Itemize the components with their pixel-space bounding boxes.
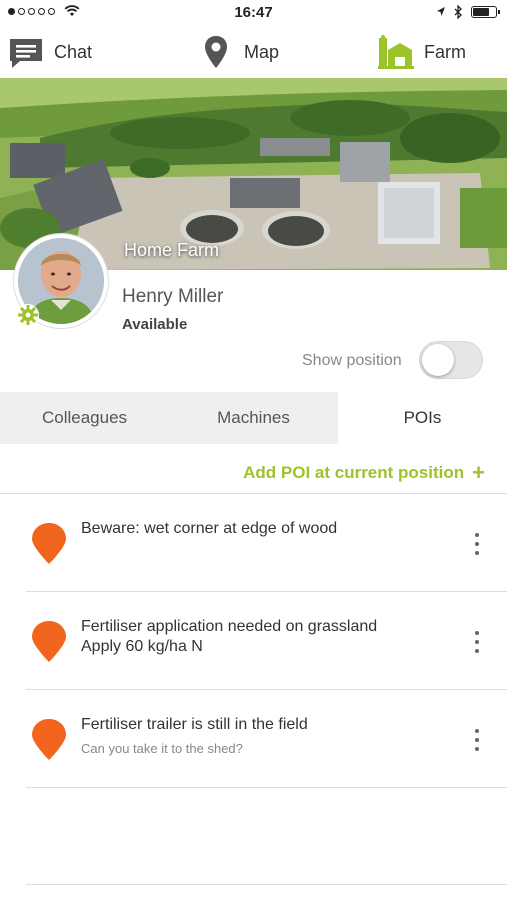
show-position-toggle[interactable]: [419, 341, 483, 379]
poi-pin-icon: [32, 523, 66, 564]
add-poi-button[interactable]: Add POI at current position +: [243, 462, 485, 484]
bluetooth-icon: [454, 5, 462, 19]
add-poi-label: Add POI at current position: [243, 463, 465, 482]
nav-chat[interactable]: Chat: [8, 34, 92, 70]
poi-title: Fertiliser application needed on grassla…: [81, 618, 378, 635]
battery-icon: [471, 6, 500, 18]
plus-icon: +: [472, 460, 485, 485]
nav-farm-label: Farm: [424, 41, 466, 62]
clock: 16:47: [234, 4, 273, 21]
nav-chat-label: Chat: [54, 41, 93, 62]
farm-icon: [378, 35, 414, 69]
chat-icon: [10, 39, 42, 68]
more-options-icon[interactable]: [473, 729, 481, 751]
battery-fill: [473, 8, 489, 16]
divider: [26, 591, 507, 592]
location-arrow-icon: [437, 7, 445, 16]
profile-name: Henry Miller: [122, 286, 224, 307]
poi-list-item[interactable]: Fertiliser trailer is still in the field…: [26, 691, 507, 787]
tab-bar: Colleagues Machines POIs: [0, 392, 507, 444]
divider: [26, 884, 507, 885]
status-bar: 16:47: [0, 0, 507, 26]
poi-list-item[interactable]: Beware: wet corner at edge of wood: [26, 495, 507, 591]
more-options-icon[interactable]: [473, 533, 481, 555]
tab-pois[interactable]: POIs: [338, 392, 507, 444]
poi-subtitle: Apply 60 kg/ha N: [81, 638, 203, 655]
divider: [26, 689, 507, 690]
status-icons: [436, 5, 500, 19]
nav-farm[interactable]: Farm: [378, 34, 466, 70]
divider: [26, 787, 507, 788]
nav-map[interactable]: Map: [198, 34, 279, 70]
nav-map-label: Map: [244, 41, 280, 62]
top-navigation: Chat Map Farm: [0, 26, 507, 78]
divider: [0, 493, 507, 494]
poi-pin-icon: [32, 719, 66, 760]
poi-title: Beware: wet corner at edge of wood: [81, 520, 338, 537]
status-badge-icon: [17, 304, 39, 326]
more-options-icon[interactable]: [473, 631, 481, 653]
tab-machines[interactable]: Machines: [169, 392, 338, 444]
poi-subtitle: Can you take it to the shed?: [81, 741, 243, 756]
profile-status: Available: [122, 316, 188, 333]
toggle-knob: [422, 344, 454, 376]
poi-pin-icon: [32, 621, 66, 662]
show-position-label: Show position: [302, 352, 402, 369]
map-pin-icon: [205, 36, 227, 68]
farm-name: Home Farm: [124, 240, 220, 260]
tab-colleagues[interactable]: Colleagues: [0, 392, 169, 444]
poi-list-item[interactable]: Fertiliser application needed on grassla…: [26, 593, 507, 689]
poi-title: Fertiliser trailer is still in the field: [81, 716, 308, 733]
